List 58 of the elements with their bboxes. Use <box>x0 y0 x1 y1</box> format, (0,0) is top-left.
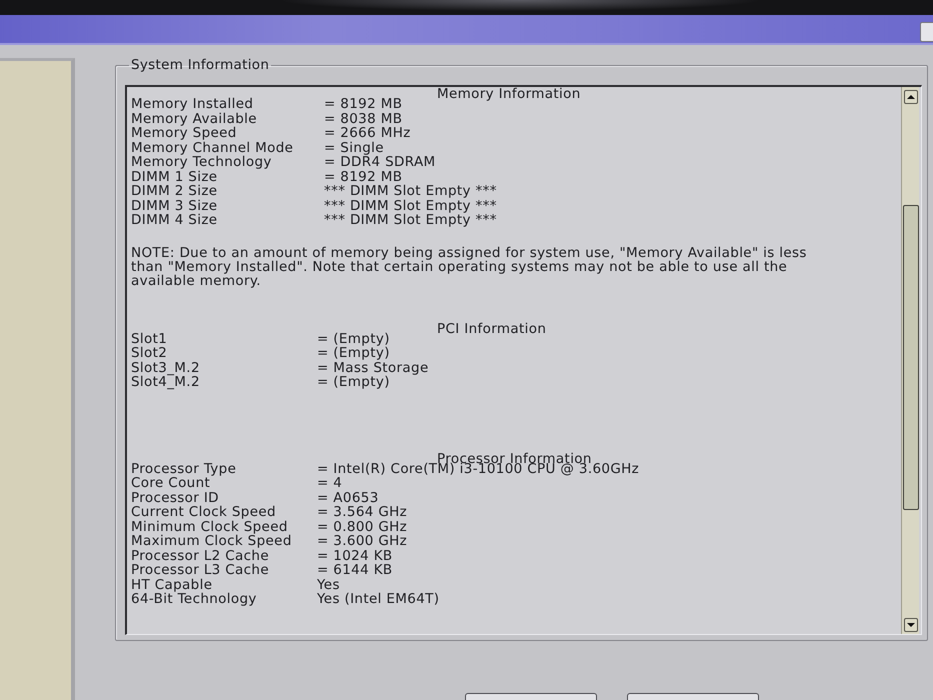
row-label: Slot3_M.2 <box>131 360 200 375</box>
row-value: = 8038 MB <box>324 112 402 126</box>
note-text: NOTE: Due to an amount of memory being assigned for system use, "Memory Available" is less than "Memory Installed". Note that certain operating systems may not be able to use all the available memory. <box>131 246 807 288</box>
scrollbar-track[interactable] <box>901 87 919 634</box>
row-label: HT Capable <box>131 578 212 592</box>
section-heading: PCI Information <box>437 322 546 336</box>
row-value: = 8192 MB <box>324 170 402 184</box>
caret-down-icon <box>906 623 914 627</box>
row-label: Memory Technology <box>131 155 272 170</box>
row-label: Memory Available <box>131 112 257 126</box>
scroll-up-button[interactable] <box>904 90 918 104</box>
row-value: = 8192 MB <box>324 97 402 112</box>
row-label: Memory Speed <box>131 126 237 140</box>
row-label: Minimum Clock Speed <box>131 520 288 534</box>
row-label: Slot4_M.2 <box>131 375 200 390</box>
row-label: Slot2 <box>131 346 168 360</box>
row-label: DIMM 4 Size <box>131 213 218 228</box>
row-value: = 3.600 GHz <box>317 534 408 548</box>
row-label: 64-Bit Technology <box>131 592 257 606</box>
row-value: = 6144 KB <box>317 563 393 578</box>
row-label: Memory Channel Mode <box>131 140 294 155</box>
row-value: = (Empty) <box>317 332 390 346</box>
row-value: = 2666 MHz <box>324 126 411 140</box>
row-value: = Mass Storage <box>317 360 429 375</box>
row-value: *** DIMM Slot Empty *** <box>324 184 497 198</box>
row-value: = (Empty) <box>317 375 390 390</box>
row-value: = 3.564 GHz <box>317 505 408 520</box>
row-label: Processor L2 Cache <box>131 548 269 563</box>
title-bar-button[interactable] <box>920 22 933 42</box>
row-label: DIMM 1 Size <box>131 170 218 184</box>
row-label: DIMM 2 Size <box>131 184 218 198</box>
dialog-button[interactable] <box>465 693 597 700</box>
row-value: *** DIMM Slot Empty *** <box>324 213 497 228</box>
scroll-down-button[interactable] <box>904 618 918 632</box>
row-label: Maximum Clock Speed <box>131 534 292 548</box>
group-title: System Information <box>130 58 270 72</box>
row-value: *** DIMM Slot Empty *** <box>324 198 497 213</box>
row-value: = 0.800 GHz <box>317 520 408 534</box>
section-heading: Memory Information <box>437 87 581 101</box>
row-value: Yes (Intel EM64T) <box>317 592 440 606</box>
row-label: Current Clock Speed <box>131 505 276 520</box>
row-label: Core Count <box>131 476 210 490</box>
row-label: Processor ID <box>131 490 219 505</box>
dialog-button[interactable] <box>627 693 759 700</box>
row-value: = DDR4 SDRAM <box>324 155 436 170</box>
row-value: Yes <box>317 578 340 592</box>
scroll-thumb[interactable] <box>902 205 918 510</box>
row-label: Slot1 <box>131 332 168 346</box>
row-label: Memory Installed <box>131 97 254 112</box>
row-value: = Single <box>324 140 384 155</box>
row-value: = 4 <box>317 476 342 490</box>
row-label: DIMM 3 Size <box>131 198 218 213</box>
row-label: Processor Type <box>131 462 236 476</box>
row-label: Processor L3 Cache <box>131 563 269 578</box>
row-value: = (Empty) <box>317 346 390 360</box>
caret-up-icon <box>906 95 914 99</box>
row-value: = 1024 KB <box>317 548 393 563</box>
row-value: = A0653 <box>317 490 379 505</box>
